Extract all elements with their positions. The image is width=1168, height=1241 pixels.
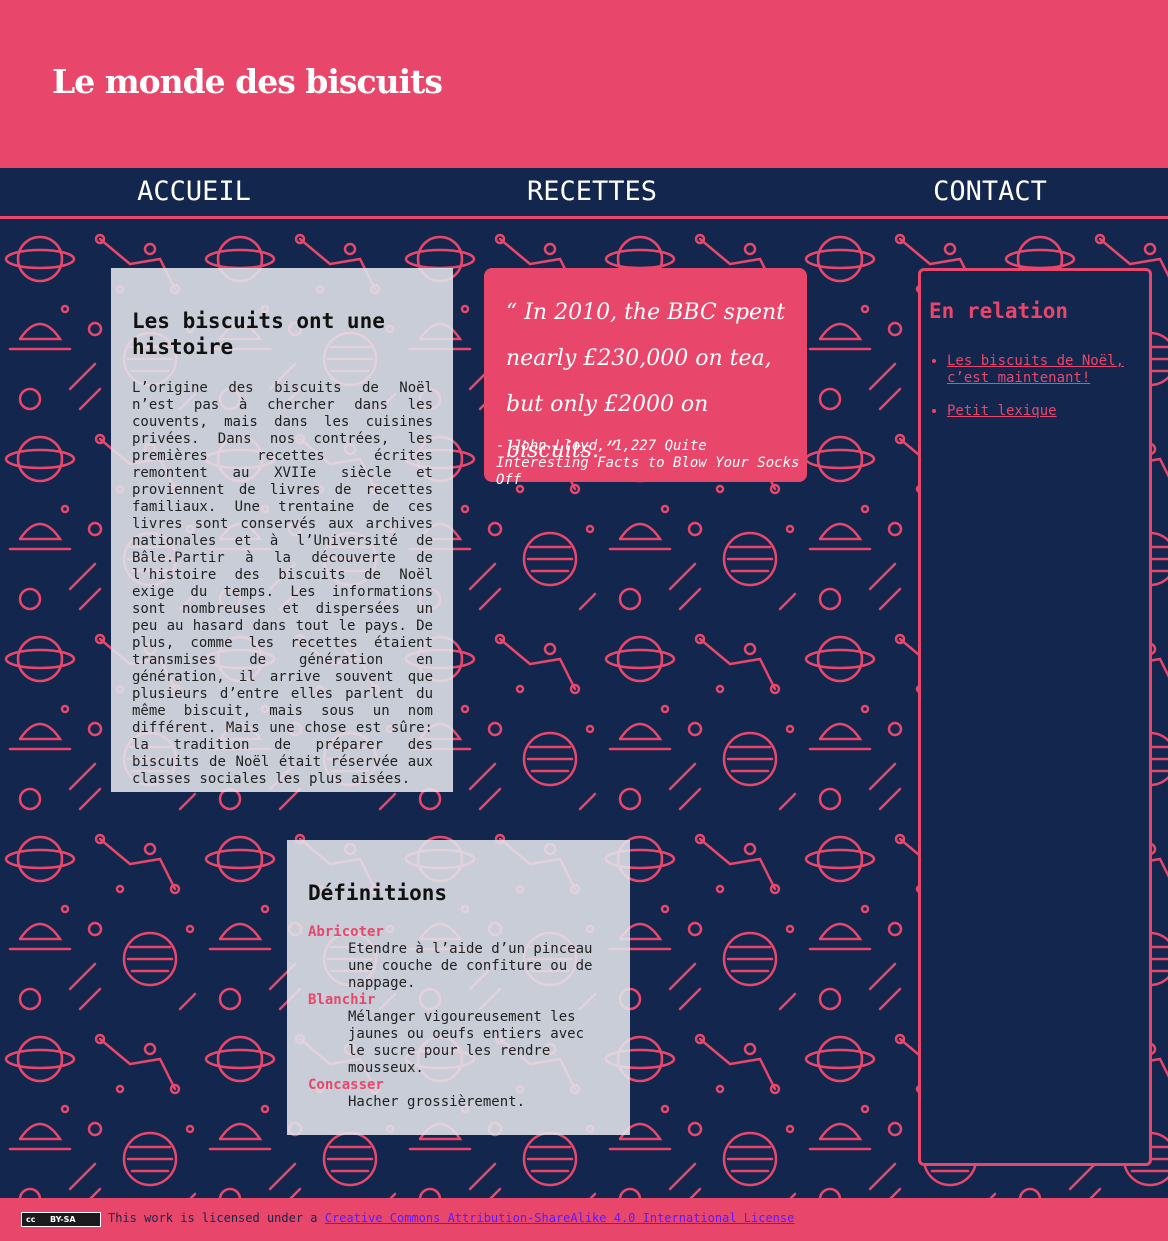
site-footer: cc BY-SA This work is licensed under a C…: [0, 1198, 1168, 1241]
related-title: En relation: [929, 299, 1069, 323]
definitions-list: Abricoter Etendre à l’aide d’un pinceau …: [308, 924, 600, 1111]
related-link-biscuits-noel[interactable]: Les biscuits de Noël, c’est maintenant!: [947, 353, 1124, 386]
definitions-card: Définitions Abricoter Etendre à l’aide d…: [287, 840, 630, 1135]
definition-description: Mélanger vigoureusement les jaunes ou oe…: [348, 1009, 585, 1076]
license-link[interactable]: Creative Commons Attribution-ShareAlike …: [325, 1211, 795, 1225]
main-nav: ACCUEIL RECETTES CONTACT: [0, 168, 1168, 219]
cc-license-badge[interactable]: cc BY-SA: [21, 1212, 101, 1227]
quote-source: - John Lloyd, 1,227 Quite Interesting Fa…: [496, 438, 800, 488]
definition-term: Blanchir: [308, 992, 376, 1008]
related-link-lexique[interactable]: Petit lexique: [947, 403, 1057, 419]
history-title: Les biscuits ont une histoire: [132, 309, 385, 359]
quote-card: “ In 2010, the BBC spent nearly £230,000…: [484, 268, 807, 488]
definition-term: Concasser: [308, 1077, 384, 1093]
by-sa-label: BY-SA: [50, 1215, 76, 1224]
related-sidebar: En relation Les biscuits de Noël, c’est …: [918, 268, 1152, 1166]
cc-icon: cc: [26, 1215, 36, 1224]
site-header: Le monde des biscuits: [0, 0, 1168, 168]
definition-term: Abricoter: [308, 924, 384, 940]
definitions-title: Définitions: [308, 881, 448, 905]
license-text: This work is licensed under a: [108, 1211, 325, 1225]
related-list: Les biscuits de Noël, c’est maintenant! …: [929, 353, 1147, 436]
history-text: L’origine des biscuits de Noël n’est pas…: [132, 380, 433, 787]
list-item: Les biscuits de Noël, c’est maintenant!: [947, 353, 1147, 387]
nav-recettes[interactable]: RECETTES: [442, 176, 742, 207]
nav-accueil[interactable]: ACCUEIL: [44, 176, 344, 207]
history-card: Les biscuits ont une histoire L’origine …: [111, 268, 453, 792]
main-content: Les biscuits ont une histoire L’origine …: [0, 219, 1168, 1198]
site-title: Le monde des biscuits: [52, 62, 443, 101]
definition-description: Hacher grossièrement.: [348, 1094, 526, 1110]
definition-description: Etendre à l’aide d’un pinceau une couche…: [348, 941, 593, 991]
nav-contact[interactable]: CONTACT: [840, 176, 1140, 207]
list-item: Petit lexique: [947, 403, 1147, 420]
license-notice: This work is licensed under a Creative C…: [108, 1211, 794, 1225]
